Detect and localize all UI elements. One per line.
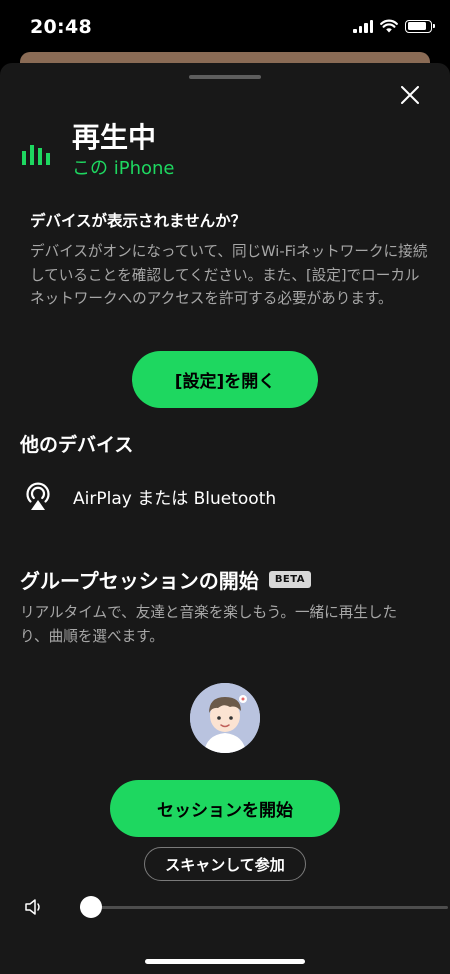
other-devices-heading: 他のデバイス: [20, 434, 134, 456]
start-session-button[interactable]: セッションを開始: [110, 780, 340, 837]
no-devices-heading: デバイスが表示されませんか？: [30, 212, 247, 230]
speaker-icon: [25, 899, 40, 915]
signal-icon: [353, 19, 373, 33]
now-playing-device: この iPhone: [72, 158, 175, 179]
status-icons: [353, 19, 435, 33]
sheet-grabber[interactable]: [189, 75, 261, 79]
volume-slider[interactable]: [80, 906, 448, 909]
now-playing-section: 再生中 この iPhone: [22, 121, 174, 181]
equalizer-icon: [22, 145, 50, 165]
device-picker-sheet: 再生中 この iPhone デバイスが表示されませんか？ デバイスがオンになって…: [0, 63, 450, 974]
scan-to-join-button[interactable]: スキャンして参加: [144, 847, 306, 881]
volume-control: [24, 896, 448, 918]
group-session-description: リアルタイムで、友達と音楽を楽しもう。一緒に再生したり、曲順を選べます。: [20, 604, 398, 645]
airplay-bluetooth-item[interactable]: AirPlay または Bluetooth: [20, 475, 430, 517]
open-settings-button[interactable]: [設定]を開く: [132, 351, 318, 408]
status-time: 20:48: [30, 16, 92, 38]
close-button[interactable]: [396, 81, 424, 109]
now-playing-title: 再生中: [72, 121, 157, 154]
home-indicator: [145, 959, 305, 964]
airplay-icon: [20, 478, 56, 514]
wifi-icon: [380, 19, 398, 33]
no-devices-body: デバイスがオンになっていて、同じWi-Fiネットワークに接続していることを確認し…: [30, 243, 428, 307]
beta-badge: BETA: [268, 571, 312, 588]
volume-thumb[interactable]: [80, 896, 103, 918]
close-icon: [401, 86, 419, 104]
group-session-header: グループセッションの開始 BETA: [20, 565, 312, 594]
airplay-bluetooth-label: AirPlay または Bluetooth: [73, 488, 277, 509]
group-session-title: グループセッションの開始: [20, 569, 259, 593]
battery-icon: [405, 19, 435, 33]
avatar: [190, 683, 260, 753]
status-bar: 20:48: [0, 0, 450, 54]
